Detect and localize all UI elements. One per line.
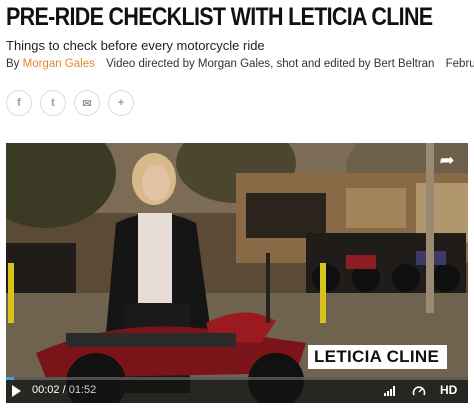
more-icon: +: [117, 97, 125, 109]
video-credits: Video directed by Morgan Gales, shot and…: [106, 58, 435, 70]
publish-date: February: [445, 58, 474, 70]
progress-fill: [6, 377, 15, 380]
more-share-button[interactable]: +: [108, 90, 134, 116]
byline: By Morgan Gales Video directed by Morgan…: [6, 58, 474, 70]
facebook-share-button[interactable]: f: [6, 90, 32, 116]
email-share-button[interactable]: ✉: [74, 90, 100, 116]
hd-quality-button[interactable]: HD: [440, 383, 457, 397]
video-controls: 00:02 / 01:52 HD: [6, 377, 468, 403]
video-player[interactable]: ➦ LETICIA CLINE 00:02 / 01:52 HD: [6, 143, 468, 403]
duration: 01:52: [68, 384, 97, 396]
speed-gauge-icon[interactable]: [412, 384, 426, 398]
email-icon: ✉: [82, 97, 92, 110]
article-subtitle: Things to check before every motorcycle …: [6, 38, 265, 53]
page-title: PRE-RIDE CHECKLIST WITH LETICIA CLINE: [6, 3, 433, 31]
byline-prefix: By: [6, 58, 20, 70]
twitter-share-button[interactable]: t: [40, 90, 66, 116]
share-buttons: f t ✉ +: [6, 90, 134, 116]
author-link[interactable]: Morgan Gales: [23, 58, 95, 70]
facebook-icon: f: [17, 97, 21, 109]
play-icon[interactable]: [12, 385, 21, 397]
video-share-icon[interactable]: ➦: [434, 149, 460, 171]
volume-icon[interactable]: [384, 386, 395, 396]
current-time: 00:02: [32, 384, 60, 396]
progress-bar[interactable]: [6, 377, 468, 380]
time-display: 00:02 / 01:52: [32, 384, 96, 396]
lower-third-title: LETICIA CLINE: [308, 345, 448, 369]
time-separator: /: [62, 384, 66, 396]
presenter-name: LETICIA CLINE: [314, 347, 440, 366]
twitter-icon: t: [51, 97, 55, 109]
